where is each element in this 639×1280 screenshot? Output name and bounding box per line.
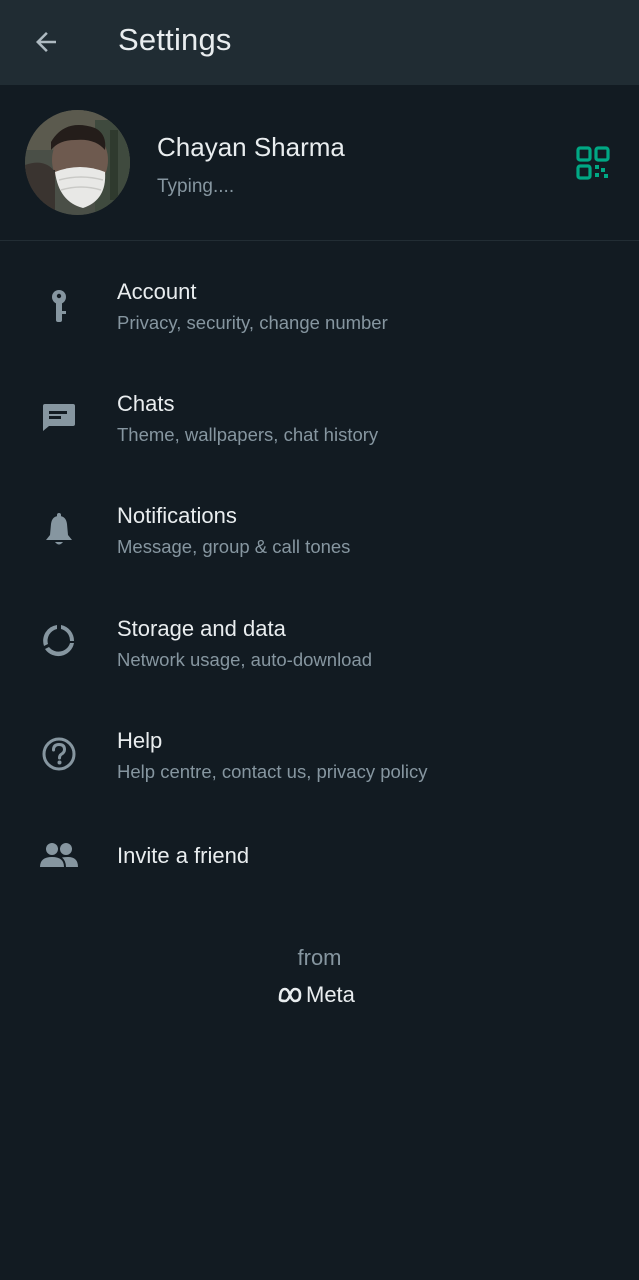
settings-item-help[interactable]: Help Help centre, contact us, privacy po… — [0, 705, 639, 817]
meta-brand: Meta — [306, 982, 355, 1007]
qr-code-icon — [576, 146, 610, 180]
qr-code-button[interactable] — [573, 143, 613, 183]
help-icon — [38, 733, 80, 775]
item-title: Invite a friend — [117, 843, 250, 868]
settings-screen: Settings Chayan Sharma Typing.... Accoun… — [0, 0, 639, 1280]
key-icon — [38, 286, 80, 328]
settings-item-storage[interactable]: Storage and data Network usage, auto-dow… — [0, 593, 639, 705]
meta-logo: Meta — [277, 982, 355, 1008]
bell-icon — [38, 510, 80, 552]
app-bar: Settings — [0, 0, 639, 85]
back-button[interactable] — [26, 22, 66, 62]
item-subtitle: Privacy, security, change number — [117, 312, 388, 333]
item-subtitle: Help centre, contact us, privacy policy — [117, 761, 428, 782]
settings-item-notifications[interactable]: Notifications Message, group & call tone… — [0, 480, 639, 592]
settings-item-account[interactable]: Account Privacy, security, change number — [0, 255, 639, 367]
settings-item-chats[interactable]: Chats Theme, wallpapers, chat history — [0, 367, 639, 479]
from-label: from — [297, 945, 342, 970]
avatar[interactable] — [25, 110, 130, 215]
page-title: Settings — [118, 22, 232, 57]
chat-icon — [38, 396, 80, 438]
item-subtitle: Theme, wallpapers, chat history — [117, 424, 379, 445]
people-icon — [38, 835, 80, 877]
profile-name: Chayan Sharma — [157, 132, 345, 162]
item-subtitle: Message, group & call tones — [117, 536, 351, 557]
item-title: Account — [117, 279, 197, 304]
arrow-left-icon — [36, 32, 56, 52]
item-subtitle: Network usage, auto-download — [117, 649, 373, 670]
item-title: Help — [117, 728, 163, 753]
data-usage-icon — [38, 620, 80, 662]
profile-row[interactable]: Chayan Sharma Typing.... — [0, 85, 639, 241]
item-title: Storage and data — [117, 616, 286, 641]
profile-status: Typing.... — [157, 176, 235, 197]
item-title: Chats — [117, 391, 175, 416]
item-title: Notifications — [117, 503, 237, 528]
meta-infinity-icon — [278, 987, 302, 1003]
settings-item-invite[interactable]: Invite a friend — [0, 815, 639, 895]
